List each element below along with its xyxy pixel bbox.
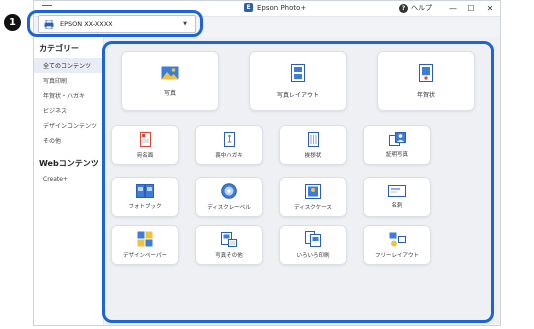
- card-label: 写真その他: [215, 252, 243, 259]
- sidebar-item-business[interactable]: ビジネス: [34, 103, 103, 118]
- card-mourning-postcard[interactable]: 喪中ハガキ: [195, 125, 263, 165]
- various-print-icon: [305, 231, 321, 247]
- printer-name: EPSON XX-XXXX: [60, 20, 113, 28]
- card-label: フォトブック: [128, 204, 162, 210]
- card-label: ディスクケース: [294, 204, 332, 211]
- business-card-icon: [388, 185, 406, 197]
- card-label: 年賀状: [416, 91, 435, 99]
- card-disc-label[interactable]: ディスクレーベル: [195, 177, 263, 217]
- card-new-year-card[interactable]: 年賀状: [377, 51, 475, 111]
- card-address-side[interactable]: 宛名面: [111, 125, 179, 165]
- id-photo-icon: [388, 132, 406, 146]
- card-design-paper[interactable]: デザインペーパー: [111, 225, 179, 265]
- design-paper-icon: [137, 231, 153, 247]
- minimize-button[interactable]: —: [444, 1, 462, 17]
- help-button[interactable]: ? ヘルプ: [399, 3, 432, 13]
- card-label: 喪中ハガキ: [215, 152, 243, 159]
- help-label: ヘルプ: [411, 4, 432, 12]
- card-label: ディスクレーベル: [207, 205, 251, 211]
- close-button[interactable]: ✕: [481, 1, 499, 17]
- card-business-card[interactable]: 名刺: [363, 177, 431, 217]
- callout-badge-1: 1: [4, 14, 21, 31]
- content-area: 写真 写真レイアウト 年賀状 宛名面 喪中ハガキ 挨拶状 証明写真 フォトブック…: [106, 37, 500, 325]
- help-icon: ?: [399, 3, 408, 13]
- printer-icon: [44, 19, 54, 29]
- card-label: デザインペーパー: [123, 253, 167, 259]
- web-contents-heading: Webコンテンツ: [39, 159, 99, 168]
- card-label: 名刺: [391, 203, 403, 209]
- app-title-text: Epson Photo+: [257, 3, 307, 12]
- sidebar-item-all-contents[interactable]: 全てのコンテンツ: [34, 58, 103, 73]
- category-heading: カテゴリー: [39, 44, 79, 53]
- card-photo-book[interactable]: フォトブック: [111, 177, 179, 217]
- address-side-icon: [139, 131, 151, 147]
- sidebar-item-create-plus[interactable]: Create+: [34, 173, 103, 186]
- card-label: いろいろ印刷: [296, 253, 330, 259]
- card-label: 写真: [163, 89, 176, 97]
- card-label: 写真レイアウト: [276, 91, 319, 99]
- photo-book-icon: [136, 184, 154, 198]
- new-year-card-icon: [419, 63, 433, 82]
- card-photo[interactable]: 写真: [121, 51, 219, 111]
- app-title: E Epson Photo+: [244, 3, 306, 12]
- photo-other-icon: [221, 231, 237, 247]
- sidebar: カテゴリー 全てのコンテンツ 写真印刷 年賀状・ハガキ ビジネス デザインコンテ…: [34, 37, 104, 325]
- chevron-down-icon: ▼: [183, 21, 187, 27]
- mourning-postcard-icon: [223, 131, 235, 147]
- card-id-photo[interactable]: 証明写真: [363, 125, 431, 165]
- app-logo-icon: E: [244, 3, 253, 12]
- photo-icon: [161, 66, 179, 79]
- card-greeting-card[interactable]: 挨拶状: [279, 125, 347, 165]
- card-photo-other[interactable]: 写真その他: [195, 225, 263, 265]
- card-label: フリーレイアウト: [374, 252, 419, 259]
- disc-case-icon: [305, 183, 321, 199]
- maximize-button[interactable]: ☐: [462, 1, 480, 17]
- card-label: 挨拶状: [304, 152, 322, 159]
- card-disc-case[interactable]: ディスクケース: [279, 177, 347, 217]
- photo-layout-icon: [291, 63, 305, 82]
- sidebar-item-design-contents[interactable]: デザインコンテンツ: [34, 118, 103, 133]
- card-various-print[interactable]: いろいろ印刷: [279, 225, 347, 265]
- card-photo-layout[interactable]: 写真レイアウト: [249, 51, 347, 111]
- disc-label-icon: [221, 183, 237, 199]
- greeting-card-icon: [307, 131, 319, 147]
- card-label: 証明写真: [385, 152, 408, 158]
- menu-icon[interactable]: [42, 5, 52, 6]
- app-window: E Epson Photo+ ? ヘルプ — ☐ ✕ EPSON XX-XXXX…: [33, 0, 501, 326]
- card-free-layout[interactable]: フリーレイアウト: [363, 225, 431, 265]
- sidebar-item-photo-print[interactable]: 写真印刷: [34, 73, 103, 88]
- sidebar-item-new-year-postcard[interactable]: 年賀状・ハガキ: [34, 88, 103, 103]
- free-layout-icon: [389, 232, 406, 246]
- printer-selector[interactable]: EPSON XX-XXXX ▼: [38, 15, 196, 33]
- sidebar-item-other[interactable]: その他: [34, 133, 103, 148]
- card-label: 宛名面: [136, 152, 154, 159]
